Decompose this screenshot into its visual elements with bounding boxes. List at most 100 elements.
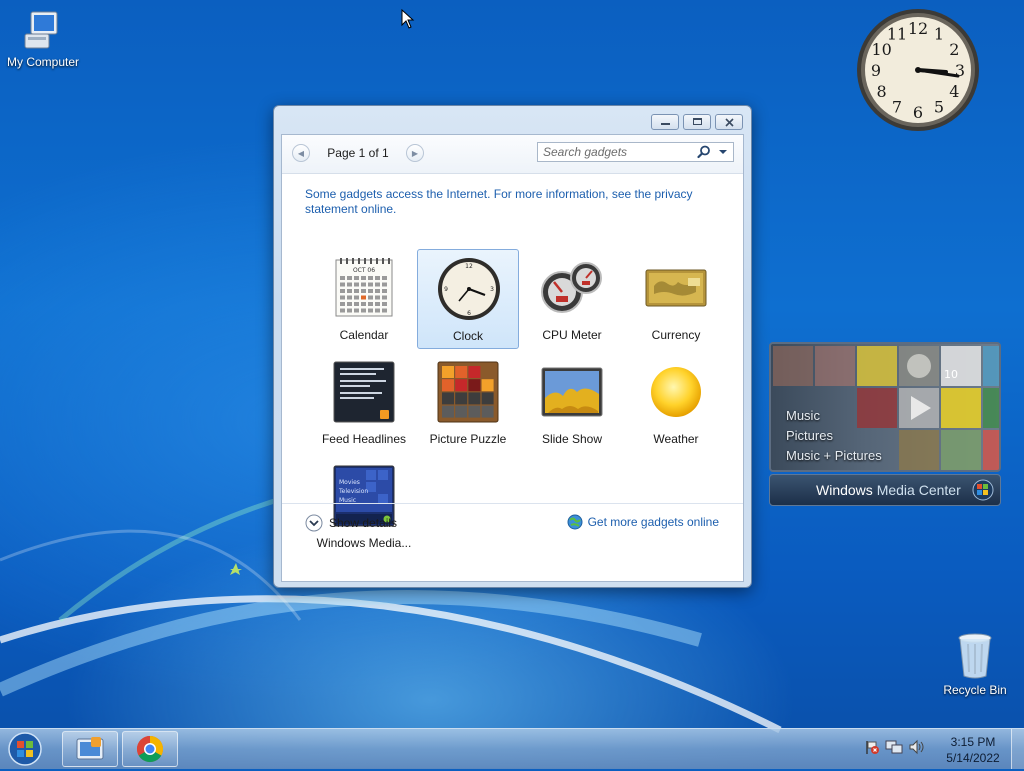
media-center-title: Windows Media Center: [816, 482, 961, 498]
puzzle-piece: [481, 392, 494, 405]
taskbar-gadget-gallery-button[interactable]: [62, 731, 118, 767]
gadget-label: Weather: [653, 432, 699, 446]
my-computer-desktop-icon[interactable]: My Computer: [0, 10, 86, 69]
clock-numeral: 2: [949, 40, 959, 59]
calendar-day-cell: [368, 302, 373, 306]
clock-numeral: 9: [871, 61, 881, 80]
media-thumb-item: Movies: [339, 479, 360, 486]
calendar-day-cell: [340, 308, 345, 313]
calendar-day-cell: [382, 289, 387, 293]
chevron-down-circle-icon: [305, 514, 323, 532]
puzzle-piece: [468, 366, 481, 378]
gadget-label: CPU Meter: [542, 328, 602, 342]
calendar-day-cell: [340, 282, 345, 287]
gadget-label: Calendar: [339, 328, 389, 342]
calendar-day-cell: [354, 308, 359, 313]
clock-numeral: 12: [908, 19, 928, 38]
svg-text:3: 3: [490, 286, 494, 293]
calendar-day-cell: [361, 308, 366, 313]
next-page-button[interactable]: ▶: [406, 144, 424, 162]
calendar-day-cell: [382, 302, 387, 306]
media-center-menu-music-pictures[interactable]: Music + Pictures: [786, 446, 882, 466]
calendar-day-cell: [361, 276, 366, 280]
taskbar-date: 5/14/2022: [946, 751, 1000, 765]
media-center-menu-music[interactable]: Music: [786, 406, 882, 426]
puzzle-piece: [442, 405, 454, 418]
svg-text:12: 12: [465, 263, 473, 270]
media-center-gadget[interactable]: 10 Music Pictures Music + Pictures Windo…: [769, 342, 1001, 506]
media-center-brand-bar[interactable]: Windows Media Center: [769, 474, 1001, 506]
calendar-day-cell: [375, 276, 380, 280]
search-input[interactable]: [538, 143, 693, 161]
feed-headlines-icon: [333, 361, 395, 423]
pager: ◀ Page 1 of 1 ▶: [292, 143, 424, 163]
gadget-tile-cpu-meter[interactable]: CPU Meter: [521, 249, 623, 349]
gadget-tile-slide-show[interactable]: Slide Show: [521, 353, 623, 453]
search-icon[interactable]: [697, 145, 711, 159]
get-more-gadgets-link[interactable]: Get more gadgets online: [567, 514, 719, 530]
calendar-day-cell: [375, 302, 380, 306]
search-box: [537, 142, 734, 162]
cpu-meter-icon: [541, 262, 602, 313]
taskbar-clock[interactable]: 3:15 PM 5/14/2022: [938, 734, 1008, 766]
globe-icon: [567, 514, 583, 530]
puzzle-piece: [442, 366, 454, 378]
calendar-day-cell: [375, 295, 380, 300]
calendar-icon: OCT 06: [335, 258, 393, 317]
media-center-brand-windows: Windows: [816, 482, 873, 498]
recycle-bin-desktop-icon[interactable]: Recycle Bin: [932, 632, 1018, 697]
gadget-label: Clock: [452, 329, 483, 343]
calendar-day-cell: [340, 289, 345, 293]
chevron-down-icon[interactable]: [716, 146, 730, 158]
volume-icon[interactable]: [908, 739, 924, 755]
calendar-day-cell: [354, 295, 359, 300]
action-center-flag-icon[interactable]: [864, 739, 880, 755]
weather-icon: [651, 367, 701, 417]
gadget-tile-weather[interactable]: Weather: [625, 353, 727, 453]
calendar-day-cell: [361, 302, 366, 306]
gadget-tile-picture-puzzle[interactable]: Picture Puzzle: [417, 353, 519, 453]
svg-text:6: 6: [467, 310, 471, 317]
gadget-tile-calendar[interactable]: OCT 06 Calendar: [313, 249, 415, 349]
privacy-notice[interactable]: Some gadgets access the Internet. For mo…: [305, 187, 725, 217]
taskbar-time: 3:15 PM: [950, 735, 996, 749]
slide-show-icon: [541, 367, 603, 417]
minimize-button[interactable]: [651, 114, 679, 130]
clock-numeral: 4: [949, 82, 959, 101]
gadget-tile-currency[interactable]: Currency: [625, 249, 727, 349]
clock-icon: 12 3 6 9: [438, 258, 500, 320]
clock-numeral: 1: [934, 25, 944, 44]
clock-gadget[interactable]: 12 1 2 3 4 5 6 7 8 9 10 11: [856, 8, 980, 132]
recycle-bin-label: Recycle Bin: [943, 683, 1007, 697]
taskbar-chrome-button[interactable]: [122, 731, 178, 767]
currency-icon: [645, 269, 707, 307]
calendar-day-cell: [375, 308, 380, 313]
puzzle-piece: [468, 392, 481, 405]
calendar-day-cell: [340, 295, 345, 300]
clock-numeral: 8: [877, 82, 887, 101]
show-desktop-button[interactable]: [1011, 729, 1024, 769]
close-button[interactable]: [715, 114, 743, 130]
gadget-label: Currency: [651, 328, 701, 342]
calendar-day-cell: [347, 289, 352, 293]
gadget-label: Picture Puzzle: [429, 432, 507, 446]
media-center-tile-time: 10: [944, 368, 958, 381]
start-button[interactable]: [5, 730, 45, 768]
puzzle-piece: [455, 392, 468, 405]
calendar-day-cell: [347, 302, 352, 306]
maximize-button[interactable]: [683, 114, 711, 130]
calendar-day-cell: [347, 282, 352, 287]
media-center-menu-pictures[interactable]: Pictures: [786, 426, 882, 446]
puzzle-piece: [455, 405, 468, 418]
clock-numeral: 6: [913, 103, 923, 122]
previous-page-button[interactable]: ◀: [292, 144, 310, 162]
network-icon[interactable]: [885, 739, 903, 755]
chrome-icon: [136, 735, 164, 763]
gadget-gallery-window: ◀ Page 1 of 1 ▶ Some gadgets access the …: [273, 105, 752, 588]
calendar-day-cell: [347, 308, 352, 313]
window-controls: [651, 114, 743, 130]
gadget-tile-feed-headlines[interactable]: Feed Headlines: [313, 353, 415, 453]
gadget-tile-clock[interactable]: 12 3 6 9 Clock: [417, 249, 519, 349]
show-details-button[interactable]: Show details: [305, 514, 397, 532]
chevron-left-icon: ◀: [297, 148, 305, 158]
